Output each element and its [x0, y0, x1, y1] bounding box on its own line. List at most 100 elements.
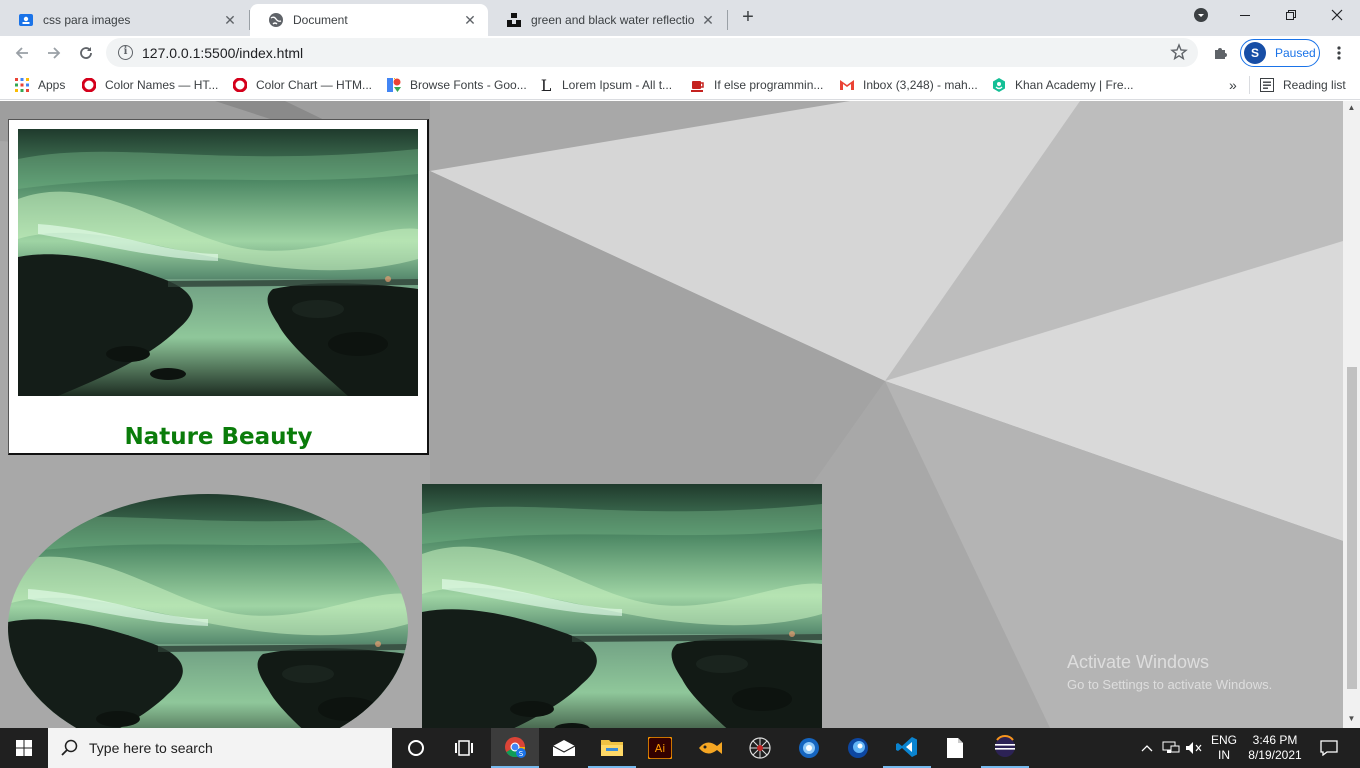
tab-css-para-images[interactable]: css para images ✕ [0, 4, 248, 36]
google-classroom-icon [18, 12, 34, 28]
unsplash-icon [506, 12, 522, 28]
opera-red-icon [232, 77, 248, 93]
bookmark-inbox[interactable]: Inbox (3,248) - mah... [839, 76, 978, 94]
notification-icon [1320, 740, 1338, 756]
clock[interactable]: 3:46 PM 8/19/2021 [1244, 728, 1306, 768]
image-card: Nature Beauty [8, 119, 429, 455]
vertical-scrollbar[interactable]: ▲ ▼ [1343, 101, 1360, 728]
eclipse-icon[interactable] [981, 728, 1029, 768]
profile-button[interactable]: S Paused [1240, 39, 1320, 67]
bookmark-label: Apps [38, 78, 66, 92]
chevron-up-icon [1141, 745, 1153, 752]
bookmark-color-names[interactable]: Color Names — HT... [81, 76, 218, 94]
close-icon [1331, 9, 1343, 21]
task-view-icon[interactable] [440, 728, 488, 768]
bookmarks-overflow-button[interactable]: » [1229, 76, 1237, 94]
volume-muted-icon[interactable] [1184, 728, 1204, 768]
bookmark-if-else[interactable]: If else programmin... [690, 76, 823, 94]
search-placeholder: Type here to search [89, 740, 213, 756]
region-code: IN [1218, 748, 1230, 762]
minimize-icon [1240, 15, 1250, 16]
bookmark-star-icon[interactable] [1170, 43, 1188, 61]
menu-button[interactable] [1325, 39, 1353, 67]
bookmark-label: Color Names — HT... [105, 78, 219, 92]
apps-grid-icon [14, 77, 30, 93]
taskbar-search-box[interactable]: Type here to search [48, 728, 392, 768]
kebab-menu-icon [1337, 46, 1341, 60]
bookmark-label: Browse Fonts - Goo... [410, 78, 527, 92]
avatar: S [1244, 42, 1266, 64]
bookmark-apps[interactable]: Apps [14, 76, 65, 94]
tab-divider [727, 10, 728, 30]
restore-button[interactable] [1268, 0, 1314, 30]
windows-logo-icon [16, 740, 32, 756]
back-button[interactable] [8, 39, 36, 67]
close-window-button[interactable] [1314, 0, 1360, 30]
bookmark-label: Lorem Ipsum - All t... [562, 78, 673, 92]
bookmarks-bar: Apps Color Names — HT... Color Chart — H… [0, 70, 1360, 100]
show-hidden-icons-button[interactable] [1138, 728, 1156, 768]
illustrator-icon[interactable]: Ai [636, 728, 684, 768]
scroll-up-icon[interactable]: ▲ [1343, 101, 1360, 115]
url-text[interactable]: 127.0.0.1:5500/index.html [142, 45, 303, 61]
language-indicator[interactable]: ENG IN [1206, 728, 1242, 768]
reading-list-button[interactable]: Reading list [1249, 76, 1346, 94]
address-bar[interactable]: i 127.0.0.1:5500/index.html [106, 38, 1198, 67]
bookmark-khan-academy[interactable]: Khan Academy | Fre... [991, 76, 1134, 94]
clock-date: 8/19/2021 [1248, 748, 1302, 762]
activate-windows-watermark: Activate Windows Go to Settings to activ… [1067, 652, 1272, 692]
chrome-icon[interactable]: S [491, 728, 539, 768]
close-icon[interactable]: ✕ [462, 12, 478, 28]
tab-title: css para images [43, 13, 131, 27]
bookmark-lorem-ipsum[interactable]: L Lorem Ipsum - All t... [538, 75, 673, 95]
puzzle-icon [1215, 48, 1227, 59]
khan-academy-icon [991, 77, 1007, 93]
new-tab-button[interactable]: + [736, 6, 760, 30]
notification-center-button[interactable] [1312, 728, 1346, 768]
svg-text:S: S [519, 750, 524, 758]
reload-button[interactable] [72, 39, 100, 67]
scroll-down-icon[interactable]: ▼ [1343, 712, 1360, 726]
aurora-photo [18, 129, 418, 396]
cortana-icon[interactable] [392, 728, 440, 768]
mail-icon[interactable] [540, 728, 588, 768]
spider-app-icon[interactable] [736, 728, 784, 768]
tab-green-and-black-water-reflection[interactable]: green and black water reflection ✕ [488, 4, 726, 36]
bookmark-label: Khan Academy | Fre... [1015, 78, 1134, 92]
reading-list-label: Reading list [1283, 78, 1346, 92]
globe-icon [268, 12, 284, 28]
tab-title: green and black water reflection [531, 13, 694, 27]
chevron-down-icon [1194, 8, 1208, 22]
file-explorer-icon[interactable] [588, 728, 636, 768]
java-cup-icon [690, 77, 706, 93]
tab-document[interactable]: Document ✕ [250, 4, 488, 36]
tab-strip: css para images ✕ Document ✕ green and b… [0, 0, 1360, 36]
minimize-button[interactable] [1222, 0, 1268, 30]
scroll-thumb[interactable] [1347, 367, 1357, 689]
start-button[interactable] [0, 728, 48, 768]
reload-icon [80, 47, 92, 59]
aurora-photo [422, 484, 822, 728]
watermark-subtitle: Go to Settings to activate Windows. [1067, 677, 1273, 692]
site-info-icon[interactable]: i [118, 45, 133, 60]
language-code: ENG [1210, 733, 1237, 747]
restore-icon [1286, 10, 1296, 20]
bookmark-browse-fonts[interactable]: Browse Fonts - Goo... [386, 76, 527, 94]
extensions-button[interactable] [1206, 39, 1234, 67]
svg-text:Ai: Ai [655, 742, 666, 755]
lorem-l-icon: L [540, 75, 552, 95]
app-fish-icon[interactable] [686, 728, 734, 768]
close-icon[interactable]: ✕ [222, 12, 238, 28]
bookmark-color-chart[interactable]: Color Chart — HTM... [232, 76, 372, 94]
opera-red-icon [81, 77, 97, 93]
tab-search-button[interactable] [1178, 0, 1224, 30]
notepad-icon[interactable] [931, 728, 979, 768]
vscode-icon[interactable] [883, 728, 931, 768]
bookmark-label: Inbox (3,248) - mah... [863, 78, 978, 92]
clock-time: 3:46 PM [1252, 733, 1298, 747]
circle-app-2-icon[interactable] [834, 728, 882, 768]
close-icon[interactable]: ✕ [700, 12, 716, 28]
forward-button[interactable] [40, 39, 68, 67]
network-icon[interactable] [1160, 728, 1182, 768]
circle-app-icon[interactable] [785, 728, 833, 768]
